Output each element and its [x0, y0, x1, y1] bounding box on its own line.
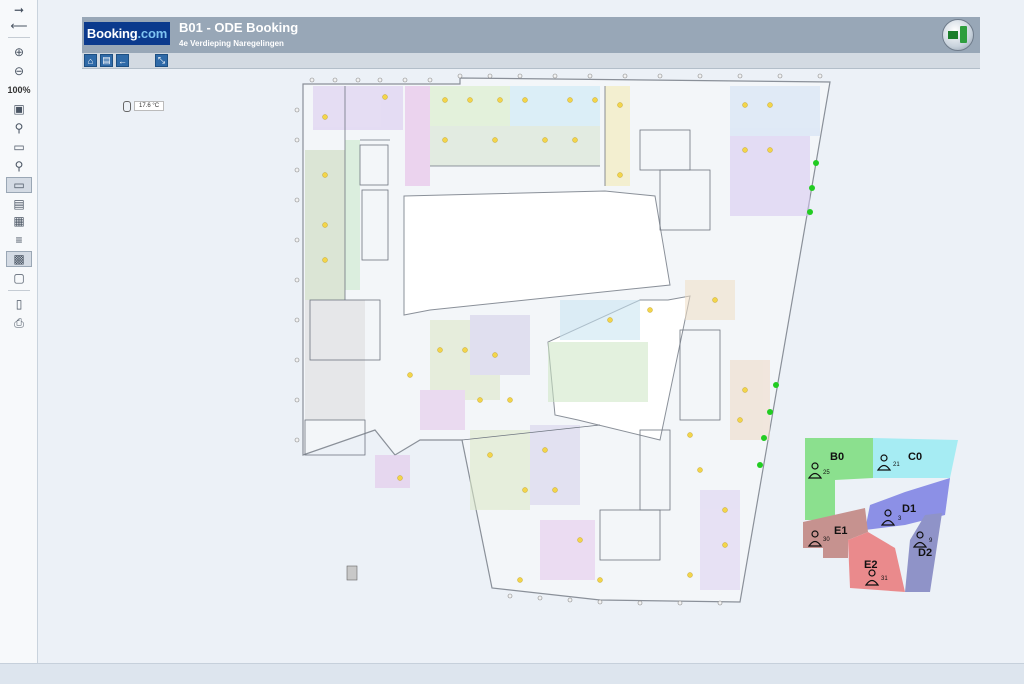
zone-label-e1: E1: [834, 525, 847, 537]
zone-label-d2: D2: [918, 547, 932, 559]
zone-label-e2: E2: [864, 559, 877, 571]
zone-legend: B0 25 C0 21 D1 3 D2 9 E1 30 E2 31: [803, 438, 958, 592]
zone-label-c0: C0: [908, 451, 922, 463]
zone-count-b0: 25: [823, 470, 830, 476]
zone-label-b0: B0: [830, 451, 844, 463]
zone-label-d1: D1: [902, 503, 916, 515]
zone-count-e2: 31: [881, 576, 888, 582]
zone-count-e1: 30: [823, 537, 830, 543]
zone-count-c0: 21: [893, 462, 900, 468]
status-bar: [0, 663, 1024, 684]
